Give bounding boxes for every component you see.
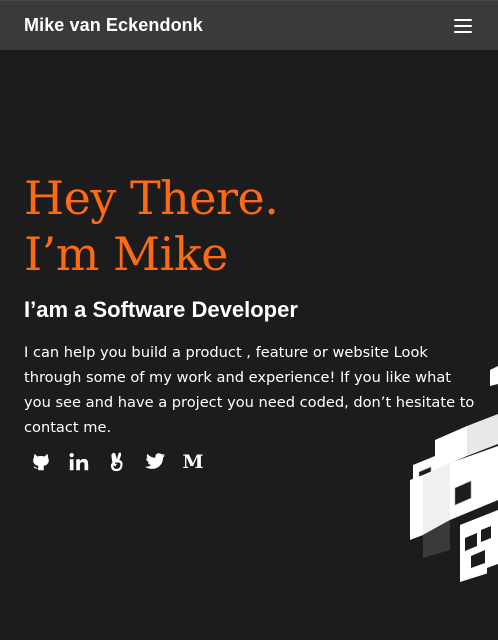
decor-block [490, 366, 498, 386]
isometric-blocks-decoration [410, 366, 498, 582]
linkedin-icon[interactable] [67, 450, 91, 474]
medium-icon[interactable]: M [181, 450, 205, 474]
decor-block [410, 475, 423, 540]
brand-link[interactable]: Mike van Eckendonk [24, 15, 203, 36]
menu-line [454, 18, 472, 21]
hamburger-menu-icon[interactable] [454, 18, 476, 34]
angellist-icon[interactable] [105, 450, 129, 474]
twitter-icon[interactable] [143, 450, 167, 474]
hero-headline: Hey There. I’m Mike [24, 170, 484, 282]
headline-line-2: I’m Mike [24, 227, 228, 281]
menu-line [454, 30, 472, 33]
menu-line [454, 24, 472, 27]
social-links: M [29, 450, 219, 474]
github-icon[interactable] [29, 450, 53, 474]
headline-line-1: Hey There. [24, 171, 279, 225]
hero-subheading: I’am a Software Developer [24, 297, 298, 322]
navbar: Mike van Eckendonk [0, 0, 498, 50]
